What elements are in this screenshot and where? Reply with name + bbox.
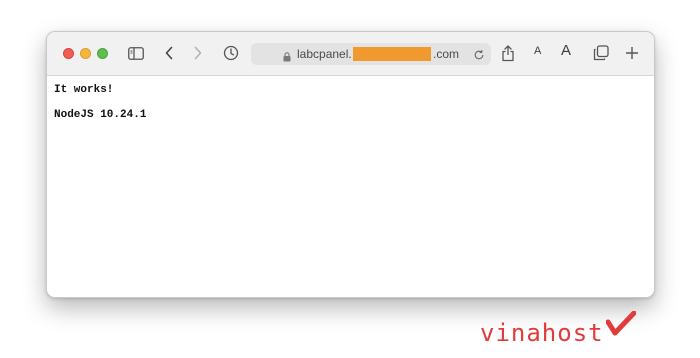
page-content: It works! NodeJS 10.24.1 [47, 76, 654, 297]
url-redaction [353, 47, 431, 61]
url-prefix: labcpanel. [297, 47, 352, 61]
zoom-window-button[interactable] [97, 48, 108, 59]
tabs-icon[interactable] [591, 43, 611, 63]
checkmark-icon [605, 310, 637, 342]
new-tab-icon[interactable] [622, 43, 642, 63]
reload-icon[interactable] [473, 48, 485, 66]
url-suffix: .com [433, 47, 460, 61]
forward-icon[interactable] [188, 43, 208, 63]
minimize-window-button[interactable] [80, 48, 91, 59]
logo-text: vinahost [480, 319, 604, 347]
increase-font-button[interactable]: A [561, 42, 571, 59]
browser-toolbar: labcpanel. .com A A [47, 32, 654, 76]
vinahost-logo: vinahost [480, 310, 637, 348]
sidebar-icon[interactable] [126, 43, 146, 63]
back-icon[interactable] [159, 43, 179, 63]
browser-window: labcpanel. .com A A It works! NodeJS 10.… [46, 31, 655, 298]
address-bar[interactable]: labcpanel. .com [251, 43, 491, 65]
lock-icon [283, 49, 291, 67]
decrease-font-button[interactable]: A [534, 45, 541, 57]
version-text: NodeJS 10.24.1 [54, 109, 147, 121]
share-icon[interactable] [498, 43, 518, 63]
status-message: It works! [54, 84, 114, 96]
close-window-button[interactable] [63, 48, 74, 59]
history-icon[interactable] [221, 43, 241, 63]
